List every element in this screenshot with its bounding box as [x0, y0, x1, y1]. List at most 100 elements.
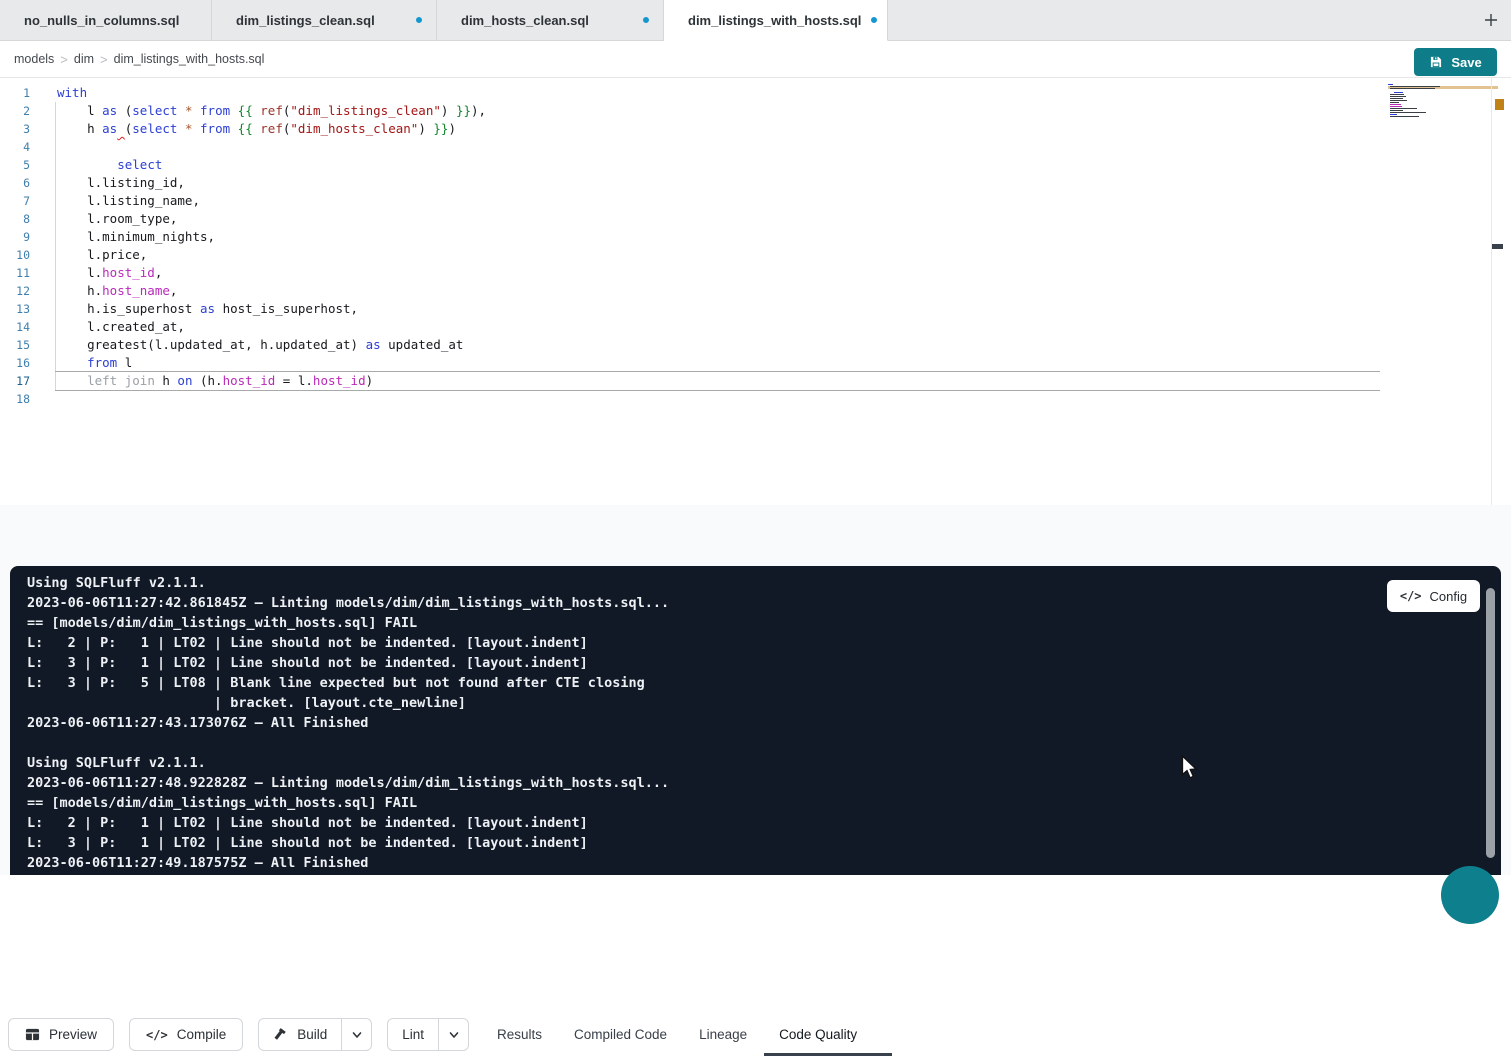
code-line[interactable]: 8 l.room_type,	[0, 210, 1511, 228]
code-text: l.room_type,	[57, 210, 177, 228]
code-editor[interactable]: 1with2 l as (select * from {{ ref("dim_l…	[0, 78, 1511, 505]
line-number: 12	[0, 282, 30, 300]
line-number: 5	[0, 156, 30, 174]
preview-label: Preview	[49, 1027, 97, 1042]
breadcrumb-bar: models > dim > dim_listings_with_hosts.s…	[0, 41, 1511, 78]
code-line[interactable]: 17 left join h on (h.host_id = l.host_id…	[0, 372, 1511, 390]
line-number: 7	[0, 192, 30, 210]
unsaved-changes-icon	[871, 17, 877, 23]
code-line[interactable]: 1 with	[0, 84, 1511, 102]
hammer-icon	[273, 1027, 288, 1042]
code-text: l.created_at,	[57, 318, 185, 336]
line-number: 4	[0, 138, 30, 156]
tab-label: dim_hosts_clean.sql	[461, 13, 589, 28]
code-text: select	[57, 156, 162, 174]
code-line[interactable]: 14 l.created_at,	[0, 318, 1511, 336]
editor-scrollbar[interactable]	[1491, 78, 1492, 505]
line-number: 8	[0, 210, 30, 228]
line-number: 18	[0, 390, 30, 408]
line-number: 6	[0, 174, 30, 192]
code-line[interactable]: 6 l.listing_id,	[0, 174, 1511, 192]
code-line[interactable]: 11 l.host_id,	[0, 264, 1511, 282]
line-number: 13	[0, 300, 30, 318]
breadcrumb-separator-icon: >	[56, 52, 72, 67]
panel-tab-code-quality[interactable]: Code Quality	[779, 1027, 857, 1042]
build-dropdown-button[interactable]	[341, 1019, 371, 1050]
code-line[interactable]: 7 l.listing_name,	[0, 192, 1511, 210]
compile-label: Compile	[177, 1027, 227, 1042]
code-brackets-icon: </>	[1400, 589, 1422, 603]
breadcrumb-item-dim[interactable]: dim	[72, 52, 96, 66]
code-text: h.host_name,	[57, 282, 177, 300]
line-number: 10	[0, 246, 30, 264]
tab-label: dim_listings_clean.sql	[236, 13, 375, 28]
build-label: Build	[297, 1027, 327, 1042]
code-text: l.listing_id,	[57, 174, 185, 192]
compile-button[interactable]: </> Compile	[129, 1018, 243, 1051]
lint-split-button: Lint	[387, 1018, 469, 1051]
terminal-panel: Using SQLFluff v2.1.1. 2023-06-06T11:27:…	[10, 566, 1501, 875]
dbt-cloud-ide: { "tabs": { "items": [ { "label": "no_nu…	[0, 0, 1511, 875]
unsaved-changes-icon	[416, 17, 422, 23]
code-line[interactable]: 9 l.minimum_nights,	[0, 228, 1511, 246]
line-number: 11	[0, 264, 30, 282]
code-line[interactable]: 2 l as (select * from {{ ref("dim_listin…	[0, 102, 1511, 120]
code-line[interactable]: 4	[0, 138, 1511, 156]
lint-warning-marker	[1495, 99, 1504, 110]
save-icon	[1429, 55, 1443, 69]
code-lines: 1with2 l as (select * from {{ ref("dim_l…	[0, 84, 1511, 408]
code-text: l.minimum_nights,	[57, 228, 215, 246]
code-text: with	[57, 84, 87, 102]
new-tab-button[interactable]	[1480, 9, 1502, 31]
code-line[interactable]: 3 h as (select * from {{ ref("dim_hosts_…	[0, 120, 1511, 138]
code-line[interactable]: 15 greatest(l.updated_at, h.updated_at) …	[0, 336, 1511, 354]
editor-tab[interactable]: dim_listings_with_hosts.sql	[664, 0, 888, 41]
tab-bar: no_nulls_in_columns.sql dim_listings_clea…	[0, 0, 1511, 41]
line-number: 15	[0, 336, 30, 354]
code-line[interactable]: 10 l.price,	[0, 246, 1511, 264]
action-toolbar: Preview </> Compile Build Lint	[8, 1018, 469, 1051]
chevron-down-icon	[448, 1029, 460, 1041]
tab-bar-filler	[888, 0, 1511, 41]
line-number: 9	[0, 228, 30, 246]
line-number: 3	[0, 120, 30, 138]
code-line[interactable]: 16 from l	[0, 354, 1511, 372]
breadcrumb-item-models[interactable]: models	[12, 52, 56, 66]
save-label: Save	[1451, 55, 1481, 70]
plus-icon	[1483, 12, 1499, 28]
editor-tab[interactable]: no_nulls_in_columns.sql	[0, 0, 212, 41]
panel-tab-lineage[interactable]: Lineage	[699, 1027, 747, 1042]
breadcrumb-item-file: dim_listings_with_hosts.sql	[112, 52, 267, 66]
save-button[interactable]: Save	[1414, 48, 1497, 76]
terminal-log: Using SQLFluff v2.1.1. 2023-06-06T11:27:…	[27, 573, 1501, 873]
code-text: l.price,	[57, 246, 147, 264]
line-number: 2	[0, 102, 30, 120]
code-text: l as (select * from {{ ref("dim_listings…	[57, 102, 486, 120]
code-text: l.listing_name,	[57, 192, 200, 210]
config-button[interactable]: </> Config	[1387, 580, 1480, 612]
code-text: h.is_superhost as host_is_superhost,	[57, 300, 358, 318]
code-text: h as (select * from {{ ref("dim_hosts_cl…	[57, 120, 456, 138]
unsaved-changes-icon	[643, 17, 649, 23]
code-line[interactable]: 18	[0, 390, 1511, 408]
minimap[interactable]	[1388, 84, 1462, 118]
build-button[interactable]: Build	[259, 1019, 341, 1050]
panel-tabs: Results Compiled Code Lineage Code Quality	[497, 1018, 857, 1051]
editor-tab[interactable]: dim_listings_clean.sql	[212, 0, 437, 41]
code-line[interactable]: 5 select	[0, 156, 1511, 174]
code-line[interactable]: 12 h.host_name,	[0, 282, 1511, 300]
editor-tab[interactable]: dim_hosts_clean.sql	[437, 0, 664, 41]
lint-label: Lint	[402, 1027, 424, 1042]
terminal-scrollbar[interactable]	[1486, 588, 1495, 858]
preview-button[interactable]: Preview	[8, 1018, 114, 1051]
line-number: 1	[0, 84, 30, 102]
chevron-down-icon	[351, 1029, 363, 1041]
breadcrumb-separator-icon: >	[96, 52, 112, 67]
tab-label: dim_listings_with_hosts.sql	[688, 13, 861, 28]
code-text: greatest(l.updated_at, h.updated_at) as …	[57, 336, 463, 354]
lint-dropdown-button[interactable]	[438, 1019, 468, 1050]
panel-tab-compiled-code[interactable]: Compiled Code	[574, 1027, 667, 1042]
panel-tab-results[interactable]: Results	[497, 1027, 542, 1042]
code-line[interactable]: 13 h.is_superhost as host_is_superhost,	[0, 300, 1511, 318]
lint-button[interactable]: Lint	[388, 1019, 438, 1050]
